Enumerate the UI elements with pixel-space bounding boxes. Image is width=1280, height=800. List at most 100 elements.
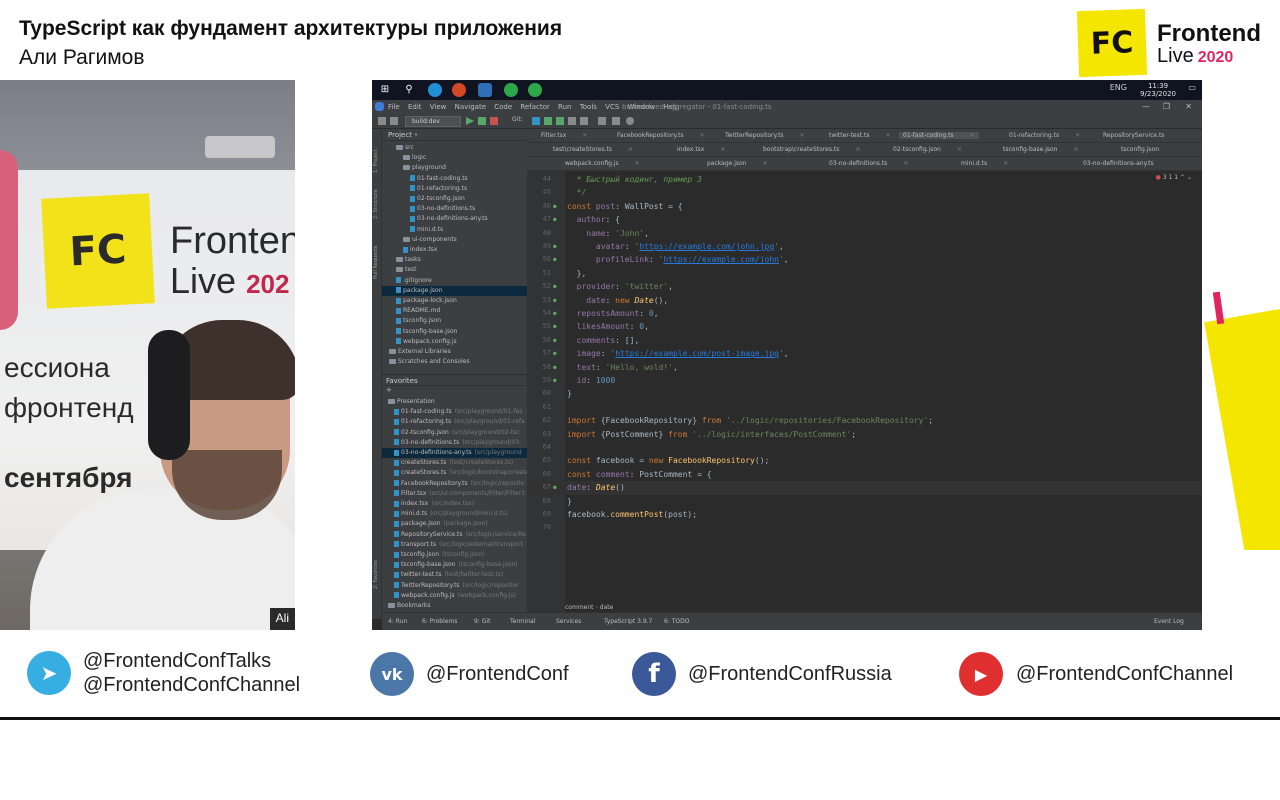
event-log[interactable]: Event Log (1154, 618, 1184, 625)
gutter-marker-icon[interactable]: ● (553, 361, 561, 374)
tool-todo[interactable]: 6: TODO (664, 618, 689, 625)
save-icon[interactable] (390, 117, 398, 125)
notifications-icon[interactable]: ▭ (1188, 83, 1196, 92)
git-push-icon[interactable] (556, 117, 564, 125)
gutter-marker-icon[interactable]: ● (553, 294, 561, 307)
tree-item[interactable]: index.tsx (382, 245, 527, 255)
menu-edit[interactable]: Edit (408, 103, 422, 111)
tree-item[interactable]: webpack.config.js (382, 337, 527, 347)
gutter-marker-icon[interactable]: ● (553, 307, 561, 320)
git-commit-icon[interactable] (544, 117, 552, 125)
strip-structure[interactable]: 2: Structure (373, 179, 381, 219)
gutter-marker-icon[interactable]: ● (553, 213, 561, 226)
favorite-item[interactable]: twitter-test.ts (test/twitter-test.ts) (382, 570, 527, 580)
facebook-icon[interactable]: f (632, 652, 676, 696)
minimize-icon[interactable]: — (1142, 102, 1150, 111)
favorite-item[interactable]: tsconfig-base.json (tsconfig-base.json) (382, 560, 527, 570)
telegram-icon[interactable]: ➤ (27, 651, 71, 695)
tab-repository-service[interactable]: RepositoryService.ts (1103, 132, 1164, 139)
code-line[interactable]: 59 ● id: 1000 (527, 374, 1202, 387)
code-line[interactable]: 60} (527, 387, 1202, 400)
search-everywhere-icon[interactable] (626, 117, 634, 125)
gutter-marker-icon[interactable]: ● (553, 320, 561, 333)
code-line[interactable]: 70 (527, 521, 1202, 534)
code-line[interactable]: 63 import {PostComment} from '../logic/in… (527, 428, 1202, 441)
chrome-alt-icon[interactable] (528, 83, 542, 97)
editor-breadcrumb[interactable]: comment › date (565, 604, 613, 611)
favorite-item[interactable]: package.json (package.json) (382, 519, 527, 529)
project-panel-title[interactable]: Project (388, 131, 412, 139)
menu-tools[interactable]: Tools (580, 103, 597, 111)
telegram-handle-2[interactable]: @FrontendConfChannel (83, 674, 300, 697)
tray-clock[interactable]: 11:39 9/23/2020 (1140, 82, 1176, 98)
youtube-handle[interactable]: @FrontendConfChannel (1016, 663, 1233, 686)
favorite-item[interactable]: Filter.tsx (src/ui-components/Filter/Filt… (382, 489, 527, 499)
tab-no-definitions-any[interactable]: 03-no-definitions-any.ts (1083, 160, 1154, 167)
tool-run[interactable]: 4: Run (388, 618, 407, 625)
code-line[interactable]: 68} (527, 495, 1202, 508)
tree-item[interactable]: playground (382, 163, 527, 173)
tab-tsconfig-02[interactable]: 02-tsconfig.json ✕ (893, 146, 962, 153)
code-line[interactable]: 61 (527, 401, 1202, 414)
tab-bootstrap-create-stores[interactable]: bootstrap\createStores.ts ✕ (763, 146, 860, 153)
tab-twitter-repository[interactable]: TwitterRepository.ts ✕ (725, 132, 805, 139)
code-line[interactable]: 62 import {FacebookRepository} from '../l… (527, 414, 1202, 427)
tree-item[interactable]: tasks (382, 255, 527, 265)
code-line[interactable]: 55 ● likesAmount: 0, (527, 320, 1202, 333)
tree-item[interactable]: README.md (382, 306, 527, 316)
tree-item[interactable]: .gitignore (382, 276, 527, 286)
code-line[interactable]: 45 */ (527, 186, 1202, 199)
tab-mini-dts[interactable]: mini.d.ts ✕ (961, 160, 1008, 167)
tab-fast-coding[interactable]: 01-fast-coding.ts ✕ (899, 132, 979, 139)
tree-item[interactable]: package-lock.json (382, 296, 527, 306)
menu-navigate[interactable]: Navigate (455, 103, 486, 111)
vk-handle[interactable]: @FrontendConf (426, 663, 569, 686)
tree-item[interactable]: mini.d.ts (382, 225, 527, 235)
tab-index[interactable]: index.tsx ✕ (677, 146, 725, 153)
tab-no-definitions[interactable]: 03-no-definitions.ts ✕ (829, 160, 908, 167)
gutter-marker-icon[interactable]: ● (553, 280, 561, 293)
menu-vcs[interactable]: VCS (605, 103, 619, 111)
gutter-marker-icon[interactable]: ● (553, 374, 561, 387)
code-line[interactable]: 54 ● repostsAmount: 0, (527, 307, 1202, 320)
favorite-item[interactable]: createStores.ts (src/logic/bootstrap/crea… (382, 468, 527, 478)
menu-refactor[interactable]: Refactor (520, 103, 549, 111)
favorite-item[interactable]: createStores.ts (test/createStores.ts) (382, 458, 527, 468)
favorite-item[interactable]: FacebookRepository.ts (src/logic/reposito (382, 479, 527, 489)
tree-item[interactable]: src (382, 143, 527, 153)
git-history-icon[interactable] (568, 117, 576, 125)
code-line[interactable]: 53 ● date: new Date(), (527, 294, 1202, 307)
favorite-item[interactable]: 03-no-definitions-any.ts (src/playground (382, 448, 527, 458)
strip-project[interactable]: 1: Project (373, 133, 381, 173)
gutter-marker-icon[interactable]: ● (553, 200, 561, 213)
gutter-marker-icon[interactable]: ● (553, 253, 561, 266)
run-icon[interactable] (466, 117, 474, 125)
code-line[interactable]: 44 * Быстрый кодинг, пример 3 (527, 173, 1202, 186)
add-favorite-icon[interactable]: + (386, 386, 392, 394)
favorite-item[interactable]: Presentation (382, 397, 527, 407)
favorite-item[interactable]: RepositoryService.ts (src/logic/service/R… (382, 530, 527, 540)
search-icon[interactable]: ⚲ (402, 83, 416, 97)
gutter-marker-icon[interactable]: ● (553, 334, 561, 347)
menu-file[interactable]: File (388, 103, 400, 111)
menu-view[interactable]: View (430, 103, 447, 111)
tab-webpack-config[interactable]: webpack.config.js ✕ (565, 160, 640, 167)
structure-icon[interactable] (612, 117, 620, 125)
maximize-icon[interactable]: ❐ (1163, 102, 1170, 111)
tab-package-json[interactable]: package.json ✕ (707, 160, 768, 167)
favorite-item[interactable]: 01-refactoring.ts (src/playground/01-refa (382, 417, 527, 427)
gutter-marker-icon[interactable]: ● (553, 481, 561, 494)
code-line[interactable]: 65 const facebook = new FacebookRepositor… (527, 454, 1202, 467)
folder-icon[interactable] (378, 117, 386, 125)
tab-test-create-stores[interactable]: test\createStores.ts ✕ (553, 146, 633, 153)
tab-tsconfig[interactable]: tsconfig.json (1121, 146, 1159, 153)
tab-facebook-repository[interactable]: FacebookRepository.ts ✕ (617, 132, 705, 139)
telegram-handle-1[interactable]: @FrontendConfTalks (83, 650, 271, 673)
code-line[interactable]: 58 ● text: 'Hello, wold!', (527, 361, 1202, 374)
code-line[interactable]: 51 }, (527, 267, 1202, 280)
tree-item[interactable]: ui-components (382, 235, 527, 245)
strip-pull-requests[interactable]: Pull Requests (373, 229, 381, 279)
tree-item[interactable]: 01-fast-coding.ts (382, 174, 527, 184)
tab-twitter-test[interactable]: twitter-test.ts ✕ (829, 132, 891, 139)
code-line[interactable]: 46 ● const post: WallPost = { (527, 200, 1202, 213)
